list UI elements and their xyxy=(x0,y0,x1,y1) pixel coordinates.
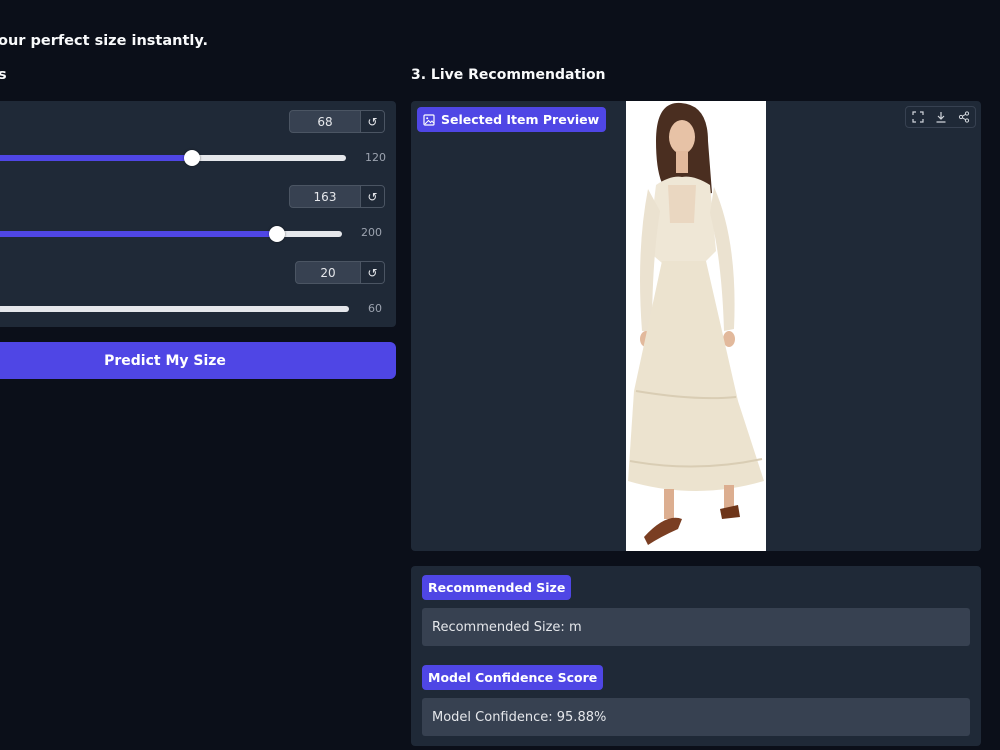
product-image xyxy=(626,101,766,551)
image-icon xyxy=(423,113,435,126)
selected-item-preview-label: Selected Item Preview xyxy=(417,107,607,132)
measurement-sliders-panel: 68 ↺ 120 163 ↺ 200 20 ↺ 60 xyxy=(0,101,396,327)
measurements-heading: s xyxy=(0,67,7,83)
download-button[interactable] xyxy=(929,107,952,127)
height-number-input[interactable]: 163 ↺ xyxy=(289,185,385,208)
reset-icon: ↺ xyxy=(367,114,378,129)
weight-slider-thumb[interactable] xyxy=(183,150,200,166)
recommended-size-label: Recommended Size xyxy=(422,575,572,600)
predict-my-size-button[interactable]: Predict My Size xyxy=(0,342,396,379)
share-button[interactable] xyxy=(952,107,975,127)
reset-icon: ↺ xyxy=(367,189,378,204)
selected-item-preview-panel: Selected Item Preview xyxy=(411,101,981,551)
age-reset-button[interactable]: ↺ xyxy=(360,262,384,283)
age-value[interactable]: 20 xyxy=(296,262,360,283)
reset-icon: ↺ xyxy=(367,265,378,280)
height-slider-fill xyxy=(0,231,277,237)
dress-illustration xyxy=(626,101,766,551)
height-max-label: 200 xyxy=(361,226,382,239)
download-icon xyxy=(936,112,945,123)
age-number-input[interactable]: 20 ↺ xyxy=(295,261,385,284)
weight-reset-button[interactable]: ↺ xyxy=(360,111,384,132)
weight-number-input[interactable]: 68 ↺ xyxy=(289,110,385,133)
share-icon xyxy=(958,111,969,123)
weight-max-label: 120 xyxy=(365,151,386,164)
live-recommendation-heading: 3. Live Recommendation xyxy=(411,67,606,83)
weight-value[interactable]: 68 xyxy=(290,111,360,132)
page-subtitle: our perfect size instantly. xyxy=(0,33,208,49)
model-confidence-output: Model Confidence: 95.88% xyxy=(422,698,970,736)
results-panel: Recommended Size Recommended Size: m Mod… xyxy=(411,566,981,746)
weight-slider[interactable] xyxy=(0,150,346,166)
weight-slider-fill xyxy=(0,155,192,161)
recommended-size-output: Recommended Size: m xyxy=(422,608,970,646)
age-max-label: 60 xyxy=(368,302,382,315)
fullscreen-button[interactable] xyxy=(906,107,929,127)
height-value[interactable]: 163 xyxy=(290,186,360,207)
height-reset-button[interactable]: ↺ xyxy=(360,186,384,207)
height-slider-thumb[interactable] xyxy=(268,226,285,242)
image-toolbar xyxy=(905,106,976,128)
app-page: our perfect size instantly. s 3. Live Re… xyxy=(0,0,1000,750)
model-confidence-label: Model Confidence Score xyxy=(422,665,604,690)
height-slider[interactable] xyxy=(0,226,342,242)
preview-label-text: Selected Item Preview xyxy=(441,112,600,127)
fullscreen-icon xyxy=(911,111,924,123)
age-slider[interactable] xyxy=(0,306,349,312)
